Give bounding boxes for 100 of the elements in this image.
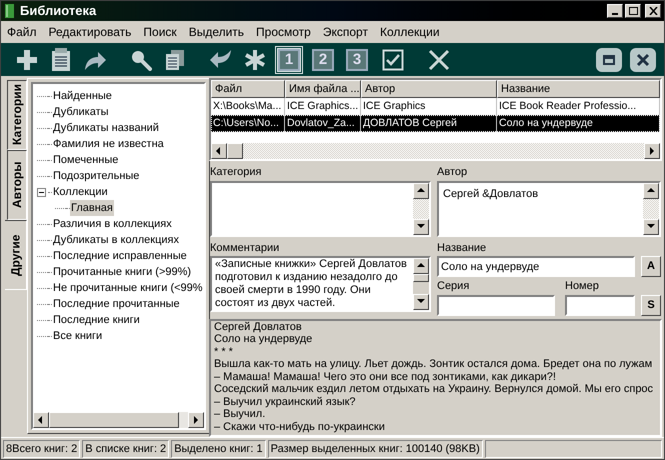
menu-item[interactable]: Редактировать [48,23,132,41]
table-cell: Соло на ундервуде [497,115,660,132]
menu-item[interactable]: Файл [7,23,37,41]
column-header[interactable]: Автор [361,80,497,98]
close-icon [636,52,650,66]
side-tab[interactable]: Авторы [7,150,27,220]
pages-icon [165,48,185,70]
tree-item[interactable]: Последние прочитанные [52,296,181,312]
side-tab[interactable]: Категории [7,80,27,150]
undo-arrow-icon [209,48,233,70]
close-icon [428,48,450,70]
series-button[interactable]: S [641,294,661,316]
asterisk-icon [244,48,266,70]
column-header[interactable]: Название [497,80,660,98]
table-cell: ДОВЛАТОВ Сергей [361,115,497,132]
plus-icon [16,48,38,70]
side-tab[interactable]: Другие [5,220,27,290]
author-button[interactable]: A [641,256,661,277]
tree-item[interactable]: Не прочитанные книги (<99% [52,280,204,296]
menu-item[interactable]: Поиск [143,23,177,41]
scroll-up-button[interactable] [413,182,429,198]
scroll-right-button[interactable] [644,143,660,159]
preview-line: Соседский мальчик ездил летом отдыхать на Украину. Вернулся домой. Мы его спрос [214,383,654,396]
status-panel: Размер выделенных книг: 100140 (98KB) [268,440,483,458]
field-label: Серия [437,279,470,294]
menu-item[interactable]: Экспорт [322,23,368,41]
menu-item[interactable]: Коллекции [380,23,440,41]
document-icon [51,48,71,72]
window-title: Библиотека [20,2,96,20]
preview-line: – Мамаша! Мамаша! Чего это они все под зонтиками, как дикари?! [214,370,556,383]
scroll-up-button[interactable] [643,182,659,198]
scroll-up-button[interactable] [413,258,429,274]
maximize-button[interactable] [596,48,622,72]
collapse-toggle[interactable] [37,188,46,196]
horizontal-scrollbar[interactable] [33,412,204,428]
preview-line: Вышла как-то мать на улицу. Льет дождь. Зонтик остался дома. Бредет она по лужам [214,358,652,370]
arrow-icon [647,146,657,156]
table-cell: Dovlatov_Za... [285,115,361,132]
tree-item[interactable]: Различия в коллекциях [52,216,173,232]
table-cell: C:\Users\No... [211,115,285,132]
scroll-down-button[interactable] [413,294,429,310]
preview-line: Соло на ундервуде [214,333,312,346]
scroll-left-button[interactable] [211,143,227,159]
column-header[interactable]: Файл [211,80,285,98]
tree-item[interactable]: Помеченные [52,152,120,168]
close-icon [648,7,658,15]
tree-item[interactable]: Дубликаты [52,104,110,120]
maximize-icon [603,54,615,64]
status-panel: В списке книг: 2 [82,440,170,458]
author-field[interactable]: Сергей &Довлатов [437,180,661,236]
preview-line: – Выучил. [214,408,266,420]
tree-item[interactable]: Дубликаты в коллекциях [52,232,180,248]
tree-item[interactable]: Коллекции [52,184,109,200]
status-panel: 8Всего книг: 2 [3,440,80,458]
scroll-down-button[interactable] [643,218,659,234]
field-label: Номер [565,279,600,294]
number-field[interactable] [565,294,635,316]
tree-item[interactable]: Найденные [52,88,113,104]
preview-line: Сергей Довлатов [214,320,302,333]
preview-line: – Выучил украинский язык? [214,396,356,408]
tree-item[interactable]: Все книги [52,328,104,344]
preview-line: * * * [214,346,233,358]
field-label: Название [437,240,488,256]
title-field[interactable]: Соло на ундервуде [437,256,635,277]
close-button[interactable] [630,48,656,72]
menu-item[interactable]: Просмотр [256,23,311,41]
vertical-scrollbar[interactable] [413,258,429,310]
minimize-button[interactable] [607,4,623,18]
author-text: Сергей &Довлатов [442,186,540,202]
close-button[interactable] [645,4,661,18]
maximize-icon [628,7,638,15]
maximize-button[interactable] [625,4,641,18]
scroll-down-button[interactable] [413,218,429,234]
vertical-scrollbar[interactable] [413,182,429,234]
tree-item[interactable]: Фамилия не известна [52,136,165,152]
category-field[interactable] [210,180,431,236]
scroll-thumb[interactable] [227,143,243,159]
column-header[interactable]: Имя файла ... [285,80,361,98]
comments-field[interactable]: «Записные книжки» Сергей Довлатов подготовил к изданию незадолго до своей смерти в 1990 году. Они состоят из двух частей. [210,256,431,312]
scroll-right-button[interactable] [188,412,204,428]
field-label: Комментарии [210,240,280,256]
tree-item[interactable]: Последние книги [52,312,141,328]
comments-text: «Записные книжки» Сергей Довлатов подготовил к изданию незадолго до своей смерти в 1990 году. Они состоят из двух частей. [214,258,408,310]
tree-item[interactable]: Подозрительные [52,168,140,184]
tree-item[interactable]: Последние исправленные [52,248,188,264]
preview-line: – Скажи что-нибудь по-украински [214,420,385,433]
menu-item[interactable]: Выделить [188,23,244,41]
table-row[interactable]: C:\Users\No... Dovlatov_Za... ДОВЛАТОВ Сергей Соло на ундервуде [211,115,660,132]
scroll-thumb[interactable] [49,412,179,428]
field-label: Категория [210,165,262,180]
tree-item[interactable]: Главная [70,200,114,216]
checkbox-icon [382,48,404,70]
tree-item[interactable]: Прочитанные книги (>99%) [52,264,192,280]
tree-item[interactable]: Дубликаты названий [52,120,160,136]
search-icon [130,48,152,70]
field-label: Автор [437,165,468,180]
scroll-left-button[interactable] [33,412,49,428]
vertical-scrollbar[interactable] [643,182,659,234]
series-field[interactable] [437,294,555,316]
horizontal-scrollbar[interactable] [211,143,660,159]
